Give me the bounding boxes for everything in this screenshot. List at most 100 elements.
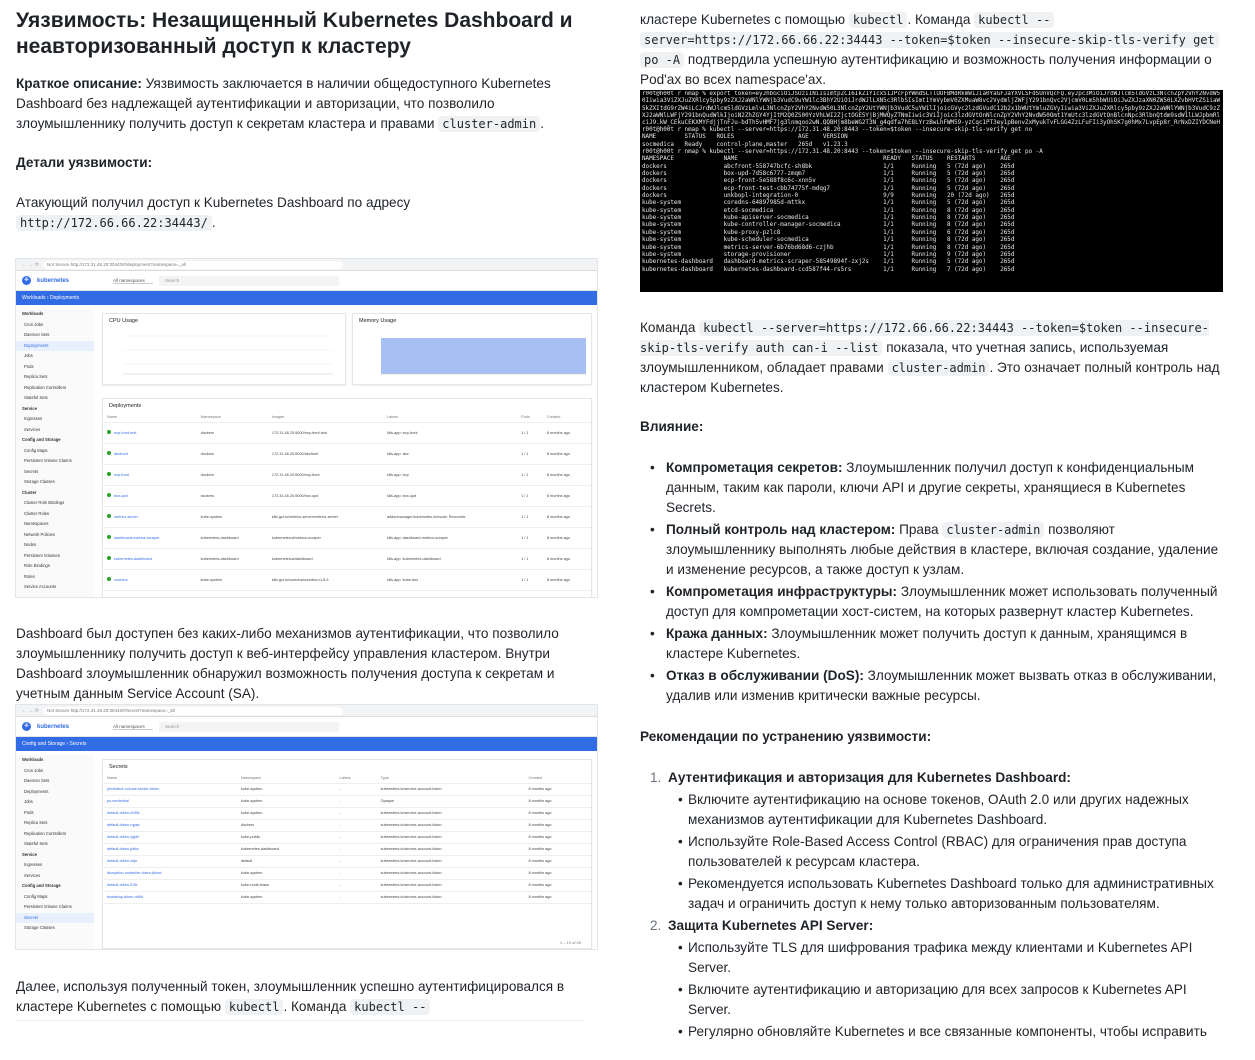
sidebar-item[interactable]: Roles: [16, 572, 94, 583]
table-row[interactable]: ecp-front-test dockers 172.31.48.20:5000/e…: [103, 422, 591, 444]
sidebar-item[interactable]: Ingresses: [16, 860, 94, 871]
sidebar-item[interactable]: Config Maps: [16, 446, 94, 457]
sidebar-item[interactable]: Jobs: [16, 351, 94, 362]
table-row[interactable]: dashboard-metrics-scraper kubernetes-dash…: [103, 527, 591, 549]
sidebar-item[interactable]: Ingresses: [16, 414, 94, 425]
secret-link[interactable]: default-token-rqpsk: [103, 819, 237, 832]
sidebar-item[interactable]: Config Maps: [16, 892, 94, 903]
cell-t: kubernetes.io/service-account-token: [376, 855, 525, 868]
terminal-line: kube-system kube-apiserver-socmedica 1/1…: [642, 215, 1015, 222]
terminal-line: kube-system kube-controller-manager-socm…: [642, 222, 1015, 229]
sidebar-item[interactable]: Deployments: [16, 787, 94, 798]
secret-link[interactable]: ps-credential: [103, 795, 237, 808]
secret-link[interactable]: default-token-jkbkz: [103, 843, 237, 856]
sidebar-item[interactable]: Network Policies: [16, 530, 94, 541]
further-paragraph: Далее, используя полученный токен, злоум…: [16, 977, 584, 1017]
table-row[interactable]: disruption-controller-token-fpbzd kube-sy…: [103, 867, 591, 880]
cell-c: 8 months ago: [524, 795, 591, 808]
table-row[interactable]: default-token-jkbkz kubernetes-dashboard -…: [103, 843, 591, 856]
column-header: Namespace: [196, 413, 268, 423]
sidebar-item[interactable]: Pods: [16, 808, 94, 819]
secret-link[interactable]: default-token-cjg9n: [103, 831, 237, 844]
terminal-line: kube-system metrics-server-6b76bd68d6-cz…: [642, 244, 1015, 251]
recommendation-subitem: Регулярно обновляйте Kubernetes и все св…: [668, 1022, 1225, 1042]
table-row[interactable]: default-token-cjg9n kube-public - kubernete…: [103, 831, 591, 844]
sidebar-item[interactable]: Daemon Sets: [16, 776, 94, 787]
table-row[interactable]: bootstrap-token-rh6kt kube-system - kuberne…: [103, 891, 591, 904]
deployment-link[interactable]: ecp-front-test: [114, 431, 136, 435]
cell-t: kubernetes.io/service-account-token: [376, 819, 525, 832]
status-ok-icon: [107, 577, 111, 581]
cell-ns: kube-system: [196, 506, 268, 528]
cell-c: 8 months ago: [524, 843, 591, 856]
table-row[interactable]: metrics-server kube-system k8s.gcr.io/metr…: [103, 506, 591, 528]
table-row[interactable]: persistent-volume-binder-token kube-syste…: [103, 783, 591, 796]
deployment-link[interactable]: kubernetes-dashboard: [114, 557, 152, 561]
table-row[interactable]: default-token-57tlr kube-node-lease - kuber…: [103, 879, 591, 892]
sidebar-item[interactable]: Role Bindings: [16, 561, 94, 572]
sidebar-item[interactable]: Secrets: [16, 912, 94, 923]
table-row[interactable]: ps-credential kube-system - Opaque 8 months …: [103, 795, 591, 808]
deployment-link[interactable]: metrics-server: [114, 515, 138, 519]
sidebar-item[interactable]: Replication Controllers: [16, 829, 94, 840]
cell-p: 1 / 1: [517, 443, 543, 465]
sidebar-item[interactable]: Stateful Sets: [16, 393, 94, 404]
terminal-line: socmedica Ready control-plane,master 265…: [642, 141, 848, 148]
cell-p: 1 / 1: [517, 527, 543, 549]
sidebar-item[interactable]: Pods: [16, 362, 94, 373]
secrets-card: Secrets Name Namespace Labels Type Created p…: [102, 759, 592, 949]
table-row[interactable]: abcfront dockers 172.31.48.20:5000/abcfron…: [103, 443, 591, 465]
sidebar-item[interactable]: Daemon Sets: [16, 330, 94, 341]
sidebar-item[interactable]: Service Accounts: [16, 582, 94, 593]
cell-p: 1 / 1: [517, 464, 543, 486]
sidebar-item[interactable]: Storage Classes: [16, 477, 94, 488]
recommendation-subitems: Включите аутентификацию на основе токено…: [668, 790, 1225, 914]
sidebar-item[interactable]: Jobs: [16, 797, 94, 808]
deployments-table: Name Namespace Images Labels Pods Created ecp…: [103, 413, 591, 591]
sidebar-item[interactable]: Cluster Roles: [16, 509, 94, 520]
sidebar-item[interactable]: Cron Jobs: [16, 766, 94, 777]
cell-t: kubernetes.io/service-account-token: [376, 843, 525, 856]
deployment-link[interactable]: dashboard-metrics-scraper: [114, 536, 159, 540]
sidebar-item[interactable]: Replica Sets: [16, 818, 94, 829]
sidebar-item[interactable]: Services: [16, 871, 94, 882]
table-row[interactable]: ecp-front dockers 172.31.48.20:5000/ecp-fr…: [103, 464, 591, 486]
sidebar-item[interactable]: Persistent Volumes: [16, 551, 94, 562]
deployment-name-cell: ecp-front: [103, 464, 197, 486]
sidebar-item[interactable]: Deployments: [16, 340, 94, 351]
deployment-link[interactable]: ecp-front: [114, 473, 129, 477]
secret-link[interactable]: disruption-controller-token-fpbzd: [103, 867, 237, 880]
sidebar-item[interactable]: Persistent Volume Claims: [16, 902, 94, 913]
table-row[interactable]: default-token-xfqlr default - kubernetes.io…: [103, 855, 591, 868]
impact-item: Отказ в обслуживании (DoS): Злоумышленни…: [640, 666, 1225, 706]
cpu-usage-chart: [123, 335, 333, 375]
sidebar-item[interactable]: Storage Classes: [16, 923, 94, 934]
secret-link[interactable]: default-token-2hf5k: [103, 807, 237, 820]
cell-l: -: [335, 783, 377, 796]
table-row[interactable]: kubernetes-dashboard kubernetes-dashboard…: [103, 548, 591, 570]
sidebar-item[interactable]: Cron Jobs: [16, 320, 94, 331]
sidebar-item[interactable]: Nodes: [16, 540, 94, 551]
table-row[interactable]: coredns kube-system k8s.gcr.io/coredns/cor…: [103, 569, 591, 591]
column-header: Name: [103, 774, 237, 784]
secret-link[interactable]: persistent-volume-binder-token: [103, 783, 237, 796]
deployment-link[interactable]: box-upd: [114, 494, 128, 498]
table-row[interactable]: box-upd dockers 172.31.48.20:5000/box-upd k…: [103, 485, 591, 507]
cell-img: 172.31.48.20:5000/ecp-front: [267, 464, 383, 486]
cell-p: 1 / 1: [517, 422, 543, 444]
sidebar-item[interactable]: Stateful Sets: [16, 839, 94, 850]
table-row[interactable]: default-token-rqpsk dockers - kubernetes.io…: [103, 819, 591, 832]
sidebar-item[interactable]: Services: [16, 425, 94, 436]
sidebar-item[interactable]: Cluster Role Bindings: [16, 498, 94, 509]
sidebar-item[interactable]: Replica Sets: [16, 372, 94, 383]
deployment-link[interactable]: abcfront: [114, 452, 128, 456]
sidebar-item[interactable]: Secrets: [16, 467, 94, 478]
deployment-link[interactable]: coredns: [114, 578, 128, 582]
sidebar-item[interactable]: Namespaces: [16, 519, 94, 530]
sidebar-item[interactable]: Persistent Volume Claims: [16, 456, 94, 467]
secret-link[interactable]: bootstrap-token-rh6kt: [103, 891, 237, 904]
secret-link[interactable]: default-token-xfqlr: [103, 855, 237, 868]
sidebar-item[interactable]: Replication Controllers: [16, 383, 94, 394]
table-row[interactable]: default-token-2hf5k kube-system - kubernete…: [103, 807, 591, 820]
secret-link[interactable]: default-token-57tlr: [103, 879, 237, 892]
